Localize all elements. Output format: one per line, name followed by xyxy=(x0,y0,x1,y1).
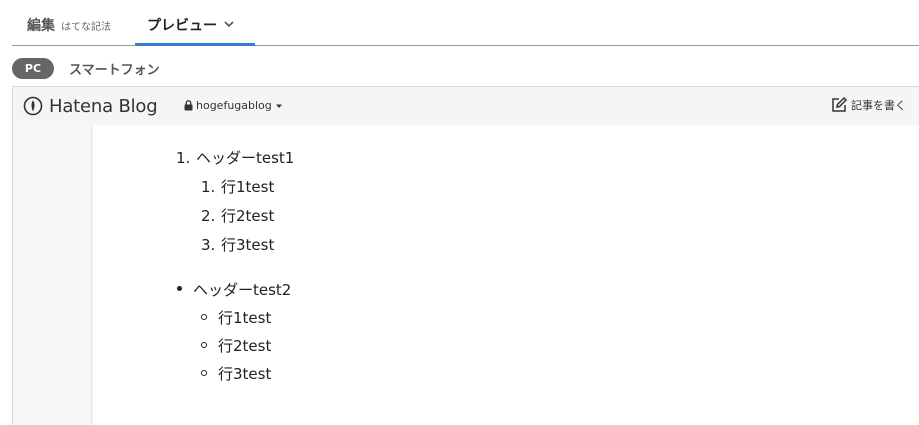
list-item: 3. 行3test xyxy=(176,231,294,260)
preview-frame: Hatena Blog hogefugablog 記事を書く 1. ヘッダーtes… xyxy=(12,86,919,425)
list-item-text: 行1test xyxy=(218,309,272,327)
list-number: 2. xyxy=(201,207,216,225)
lock-icon xyxy=(184,100,193,111)
list-item-text: 行2test xyxy=(218,337,272,355)
list-item-text: ヘッダーtest1 xyxy=(196,149,295,167)
smartphone-button[interactable]: スマートフォン xyxy=(69,59,160,78)
list-item-text: 行3test xyxy=(221,236,275,254)
list-number: 1. xyxy=(176,149,191,167)
edit-icon xyxy=(832,96,848,112)
bullet-circle-icon xyxy=(201,313,207,320)
list-item-text: 行1test xyxy=(221,178,275,196)
bullet-circle-icon xyxy=(201,341,207,348)
bullet-disc-icon xyxy=(177,286,182,291)
device-switch: PC スマートフォン xyxy=(12,57,160,79)
write-article-label: 記事を書く xyxy=(851,99,906,112)
list-item: 1. 行1test xyxy=(176,173,294,202)
tab-edit[interactable]: 編集 はてな記法 xyxy=(27,15,111,35)
list-item: 2. 行2test xyxy=(176,202,294,231)
ordered-list: 1. ヘッダーtest1 1. 行1test 2. 行2test 3. 行3test xyxy=(176,144,294,260)
tab-preview-label: プレビュー xyxy=(147,18,217,34)
list-item: ヘッダーtest2 xyxy=(176,276,291,304)
hatena-logo-icon xyxy=(23,96,43,116)
chevron-down-icon[interactable] xyxy=(223,18,235,30)
blog-selector[interactable]: hogefugablog xyxy=(184,99,283,112)
blog-header: Hatena Blog hogefugablog 記事を書く xyxy=(13,87,919,125)
list-item-text: 行2test xyxy=(221,207,275,225)
write-article-button[interactable]: 記事を書く xyxy=(830,96,906,114)
tab-preview[interactable]: プレビュー xyxy=(135,0,255,46)
tab-edit-label: 編集 xyxy=(27,18,55,34)
list-item: 1. ヘッダーtest1 xyxy=(176,144,294,173)
caret-down-icon xyxy=(275,104,282,108)
hatena-blog-logo[interactable]: Hatena Blog xyxy=(23,95,173,117)
list-item: 行2test xyxy=(176,332,291,360)
list-number: 1. xyxy=(201,178,216,196)
blog-name: hogefugablog xyxy=(196,99,272,112)
editor-tabs: 編集 はてな記法 プレビュー xyxy=(12,0,919,46)
pc-button[interactable]: PC xyxy=(12,57,54,79)
list-item-text: ヘッダーtest2 xyxy=(193,281,292,299)
sidebar-gutter xyxy=(13,125,92,425)
list-number: 3. xyxy=(201,236,216,254)
logo-text: Hatena Blog xyxy=(49,95,158,117)
unordered-list: ヘッダーtest2 行1test 行2test 行3test xyxy=(176,276,291,388)
bullet-circle-icon xyxy=(201,369,207,376)
list-item: 行1test xyxy=(176,304,291,332)
tab-edit-syntax: はてな記法 xyxy=(61,22,111,33)
article-body: 1. ヘッダーtest1 1. 行1test 2. 行2test 3. 行3test ヘ… xyxy=(93,125,919,425)
list-item-text: 行3test xyxy=(218,365,272,383)
list-item: 行3test xyxy=(176,360,291,388)
